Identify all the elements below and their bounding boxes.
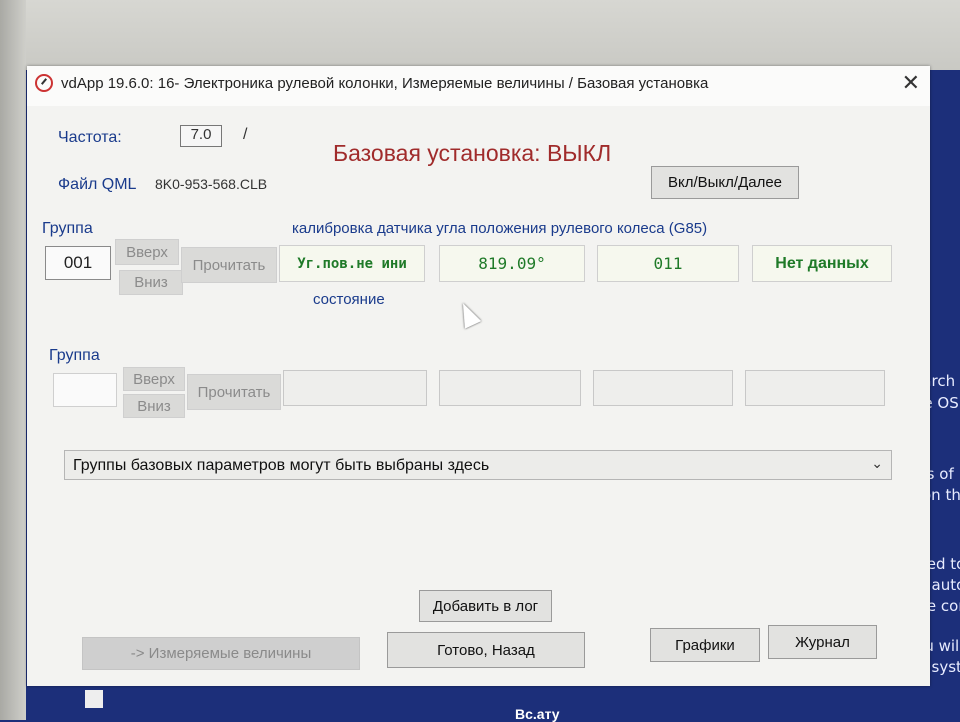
group1-up-button[interactable]: Вверх bbox=[115, 239, 179, 265]
basic-params-group-select[interactable]: Группы базовых параметров могут быть выб… bbox=[64, 450, 892, 480]
qml-file-label: Файл QML bbox=[58, 176, 137, 193]
app-logo-icon bbox=[35, 74, 53, 92]
group1-down-button[interactable]: Вниз bbox=[119, 270, 183, 295]
group1-field-3: 011 bbox=[597, 245, 739, 282]
qml-file-value: 8K0-953-568.CLB bbox=[155, 176, 268, 192]
mouse-cursor-icon bbox=[454, 299, 482, 329]
group2-field-2 bbox=[439, 370, 581, 406]
window-title: vdApp 19.6.0: 16- Электроника рулевой ко… bbox=[61, 75, 709, 92]
group2-up-button[interactable]: Вверх bbox=[123, 367, 185, 391]
title-bar: vdApp 19.6.0: 16- Электроника рулевой ко… bbox=[27, 66, 930, 106]
frequency-slash: / bbox=[243, 126, 248, 143]
basic-setting-status: Базовая установка: ВЫКЛ bbox=[333, 140, 612, 166]
group2-field-1 bbox=[283, 370, 427, 406]
group2-down-button[interactable]: Вниз bbox=[123, 394, 185, 418]
group2-read-button[interactable]: Прочитать bbox=[187, 374, 281, 410]
group1-label: Группа bbox=[42, 220, 93, 237]
group2-field-4 bbox=[745, 370, 885, 406]
done-back-button[interactable]: Готово, Назад bbox=[387, 632, 585, 668]
taskbar-shortcut-icon[interactable] bbox=[85, 690, 103, 708]
measured-values-button[interactable]: -> Измеряемые величины bbox=[82, 637, 360, 670]
screen-bezel bbox=[0, 0, 960, 70]
chevron-down-icon: ⌄ bbox=[871, 455, 883, 471]
group2-field-3 bbox=[593, 370, 733, 406]
group2-label: Группа bbox=[49, 347, 100, 364]
frequency-value: 7.0 bbox=[180, 125, 222, 147]
group1-field-2: 819.09° bbox=[439, 245, 585, 282]
group1-field-1: Уг.пов.не ини bbox=[279, 245, 425, 282]
graphs-button[interactable]: Графики bbox=[650, 628, 760, 662]
group1-status-label: состояние bbox=[313, 291, 385, 308]
close-icon[interactable]: ✕ bbox=[902, 72, 920, 94]
group1-read-button[interactable]: Прочитать bbox=[181, 247, 277, 283]
toggle-next-button[interactable]: Вкл/Выкл/Далее bbox=[651, 166, 799, 199]
select-value: Группы базовых параметров могут быть выб… bbox=[73, 457, 490, 474]
journal-button[interactable]: Журнал bbox=[768, 625, 877, 659]
add-to-log-button[interactable]: Добавить в лог bbox=[419, 590, 552, 622]
group1-field-4: Нет данных bbox=[752, 245, 892, 282]
vdapp-window: vdApp 19.6.0: 16- Электроника рулевой ко… bbox=[27, 66, 930, 686]
group1-number-input[interactable]: 001 bbox=[45, 246, 111, 280]
group2-number-input[interactable] bbox=[53, 373, 117, 407]
frequency-label: Частота: bbox=[58, 129, 122, 146]
group1-description: калибровка датчика угла положения рулево… bbox=[292, 220, 708, 237]
screen-bezel-left bbox=[0, 0, 26, 720]
